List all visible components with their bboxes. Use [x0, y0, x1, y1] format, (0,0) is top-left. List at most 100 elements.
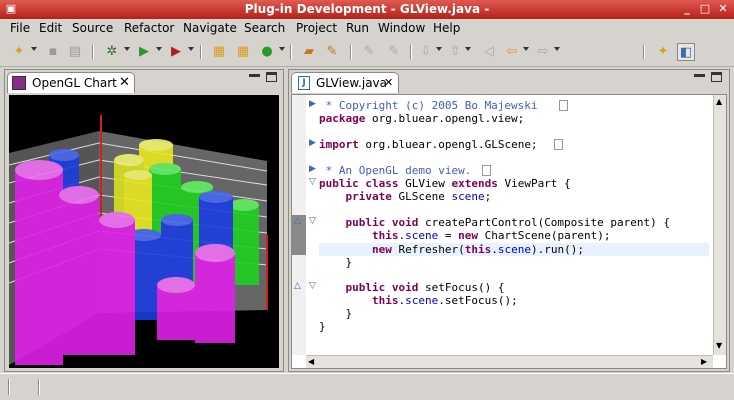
new-class-icon[interactable]: ●: [258, 43, 276, 61]
menu-navigate[interactable]: Navigate: [183, 21, 237, 35]
chart-3d-scene: [8, 115, 268, 365]
new-dropdown-icon[interactable]: [31, 47, 37, 51]
override-indicator-icon: △: [294, 216, 301, 226]
java-file-icon: J: [298, 76, 310, 90]
main-toolbar: ✦ ▪ ▤ ✲ ▶ ▶ ▦ ▦ ● ▰ ✎ ✎ ✎ ⇩ ⇧ ◁ ⇦ ⇨ ✦ ◧: [0, 37, 734, 67]
minimize-editor-icon[interactable]: [694, 74, 705, 77]
editor-area: J GLView.java ✕ ▶ ▶ ▶ ▽ ▽ ▽ △ △ * Copyri…: [288, 69, 730, 372]
code-line: this.scene.setFocus();: [371, 294, 518, 307]
collapse-fold-icon[interactable]: ▽: [309, 177, 316, 187]
toolbar-separator: [290, 45, 292, 59]
menu-file[interactable]: File: [10, 21, 30, 35]
menu-edit[interactable]: Edit: [39, 21, 62, 35]
plugin-perspective-icon[interactable]: ◧: [677, 43, 695, 61]
scroll-up-icon[interactable]: ▲: [716, 97, 722, 106]
scroll-left-icon[interactable]: ◀: [308, 357, 314, 366]
close-tab-icon[interactable]: ✕: [384, 76, 393, 89]
open-type-icon[interactable]: ▰: [300, 43, 318, 61]
window-titlebar: ▣ Plug-in Development - GLView.java - _ …: [0, 0, 734, 19]
new-class-dropdown-icon[interactable]: [279, 47, 285, 51]
search-icon[interactable]: ✎: [323, 43, 341, 61]
code-line: public class GLView extends ViewPart {: [319, 177, 571, 190]
last-edit-location-icon[interactable]: ◁: [480, 43, 498, 61]
menu-project[interactable]: Project: [296, 21, 337, 35]
expand-fold-icon[interactable]: ▶: [309, 138, 316, 148]
previous-annotation-icon[interactable]: ⇧: [446, 43, 464, 61]
menu-search[interactable]: Search: [244, 21, 285, 35]
toolbar-separator: [410, 45, 412, 59]
new-package-icon[interactable]: ▦: [234, 43, 252, 61]
debug-icon[interactable]: ✲: [103, 43, 121, 61]
next-annotation-icon[interactable]: ⇩: [417, 43, 435, 61]
new-icon[interactable]: ✦: [10, 43, 28, 61]
scroll-right-icon[interactable]: ▶: [701, 357, 707, 366]
expand-fold-icon[interactable]: ▶: [309, 164, 316, 174]
minimize-icon[interactable]: _: [680, 2, 694, 16]
menu-run[interactable]: Run: [346, 21, 369, 35]
opengl-chart-view: OpenGL Chart ✕: [4, 69, 284, 372]
window-title: Plug-in Development - GLView.java -: [244, 2, 490, 16]
horizontal-scrollbar[interactable]: ◀ ▶: [306, 355, 713, 368]
run-dropdown-icon[interactable]: [156, 47, 162, 51]
maximize-view-icon[interactable]: [266, 72, 277, 82]
debug-dropdown-icon[interactable]: [124, 47, 130, 51]
close-tab-icon[interactable]: ✕: [119, 75, 130, 90]
previous-annotation-dropdown-icon[interactable]: [465, 47, 471, 51]
code-line: private GLScene scene;: [345, 190, 492, 203]
status-divider: [38, 379, 40, 395]
scroll-down-icon[interactable]: ▼: [716, 341, 722, 350]
close-icon[interactable]: ✕: [716, 2, 730, 16]
print-icon[interactable]: ▤: [66, 43, 84, 61]
status-divider: [8, 379, 10, 395]
code-line: public void setFocus() {: [345, 281, 505, 294]
vertical-scrollbar[interactable]: ▲ ▼: [713, 95, 726, 355]
open-perspective-icon[interactable]: ✦: [654, 43, 672, 61]
chart-view-icon: [12, 76, 26, 90]
folded-region-box[interactable]: [559, 100, 568, 111]
maximize-editor-icon[interactable]: [711, 72, 722, 82]
menu-refactor[interactable]: Refactor: [124, 21, 174, 35]
maximize-icon[interactable]: □: [698, 2, 712, 16]
back-icon[interactable]: ⇦: [503, 43, 521, 61]
forward-dropdown-icon[interactable]: [554, 47, 560, 51]
menu-window[interactable]: Window: [378, 21, 425, 35]
menu-source[interactable]: Source: [72, 21, 113, 35]
toolbar-separator: [350, 45, 352, 59]
code-line: public void createPartControl(Composite …: [345, 216, 671, 229]
next-annotation-dropdown-icon[interactable]: [436, 47, 442, 51]
override-indicator-icon: △: [294, 281, 301, 291]
forward-icon[interactable]: ⇨: [534, 43, 552, 61]
menu-help[interactable]: Help: [433, 21, 460, 35]
new-java-project-icon[interactable]: ▦: [210, 43, 228, 61]
folded-region-box[interactable]: [482, 165, 491, 176]
code-line: import org.bluear.opengl.GLScene;: [319, 138, 538, 151]
code-line: }: [319, 320, 326, 333]
folded-region-box[interactable]: [554, 139, 563, 150]
save-icon[interactable]: ▪: [44, 43, 62, 61]
code-line: * Copyright (c) 2005 Bo Majewski: [319, 99, 545, 112]
java-editor[interactable]: ▶ ▶ ▶ ▽ ▽ ▽ △ △ * Copyright (c) 2005 Bo …: [291, 94, 727, 369]
collapse-fold-icon[interactable]: ▽: [309, 281, 316, 291]
tab-glview-java[interactable]: J GLView.java ✕: [291, 72, 399, 93]
expand-fold-icon[interactable]: ▶: [309, 99, 316, 109]
collapse-fold-icon[interactable]: ▽: [309, 216, 316, 226]
code-line: this.scene = new ChartScene(parent);: [371, 229, 611, 242]
external-tools-icon[interactable]: ▶: [167, 43, 185, 61]
opengl-canvas[interactable]: [8, 95, 279, 368]
toggle-mark-icon[interactable]: ✎: [385, 43, 403, 61]
toolbar-separator: [92, 45, 94, 59]
tab-glview-java-label: GLView.java: [316, 76, 387, 90]
back-dropdown-icon[interactable]: [523, 47, 529, 51]
tab-opengl-chart[interactable]: OpenGL Chart ✕: [7, 72, 135, 93]
code-line: }: [319, 307, 353, 320]
code-line: package org.bluear.opengl.view;: [319, 112, 525, 125]
tab-opengl-chart-label: OpenGL Chart: [32, 76, 117, 90]
status-bar: [0, 373, 734, 400]
toolbar-separator: [200, 45, 202, 59]
menubar: File Edit Source Refactor Navigate Searc…: [0, 19, 734, 37]
code-line: * An OpenGL demo view.: [319, 164, 472, 177]
external-tools-dropdown-icon[interactable]: [188, 47, 194, 51]
minimize-view-icon[interactable]: [249, 74, 260, 77]
run-icon[interactable]: ▶: [135, 43, 153, 61]
toggle-annotation-icon[interactable]: ✎: [360, 43, 378, 61]
